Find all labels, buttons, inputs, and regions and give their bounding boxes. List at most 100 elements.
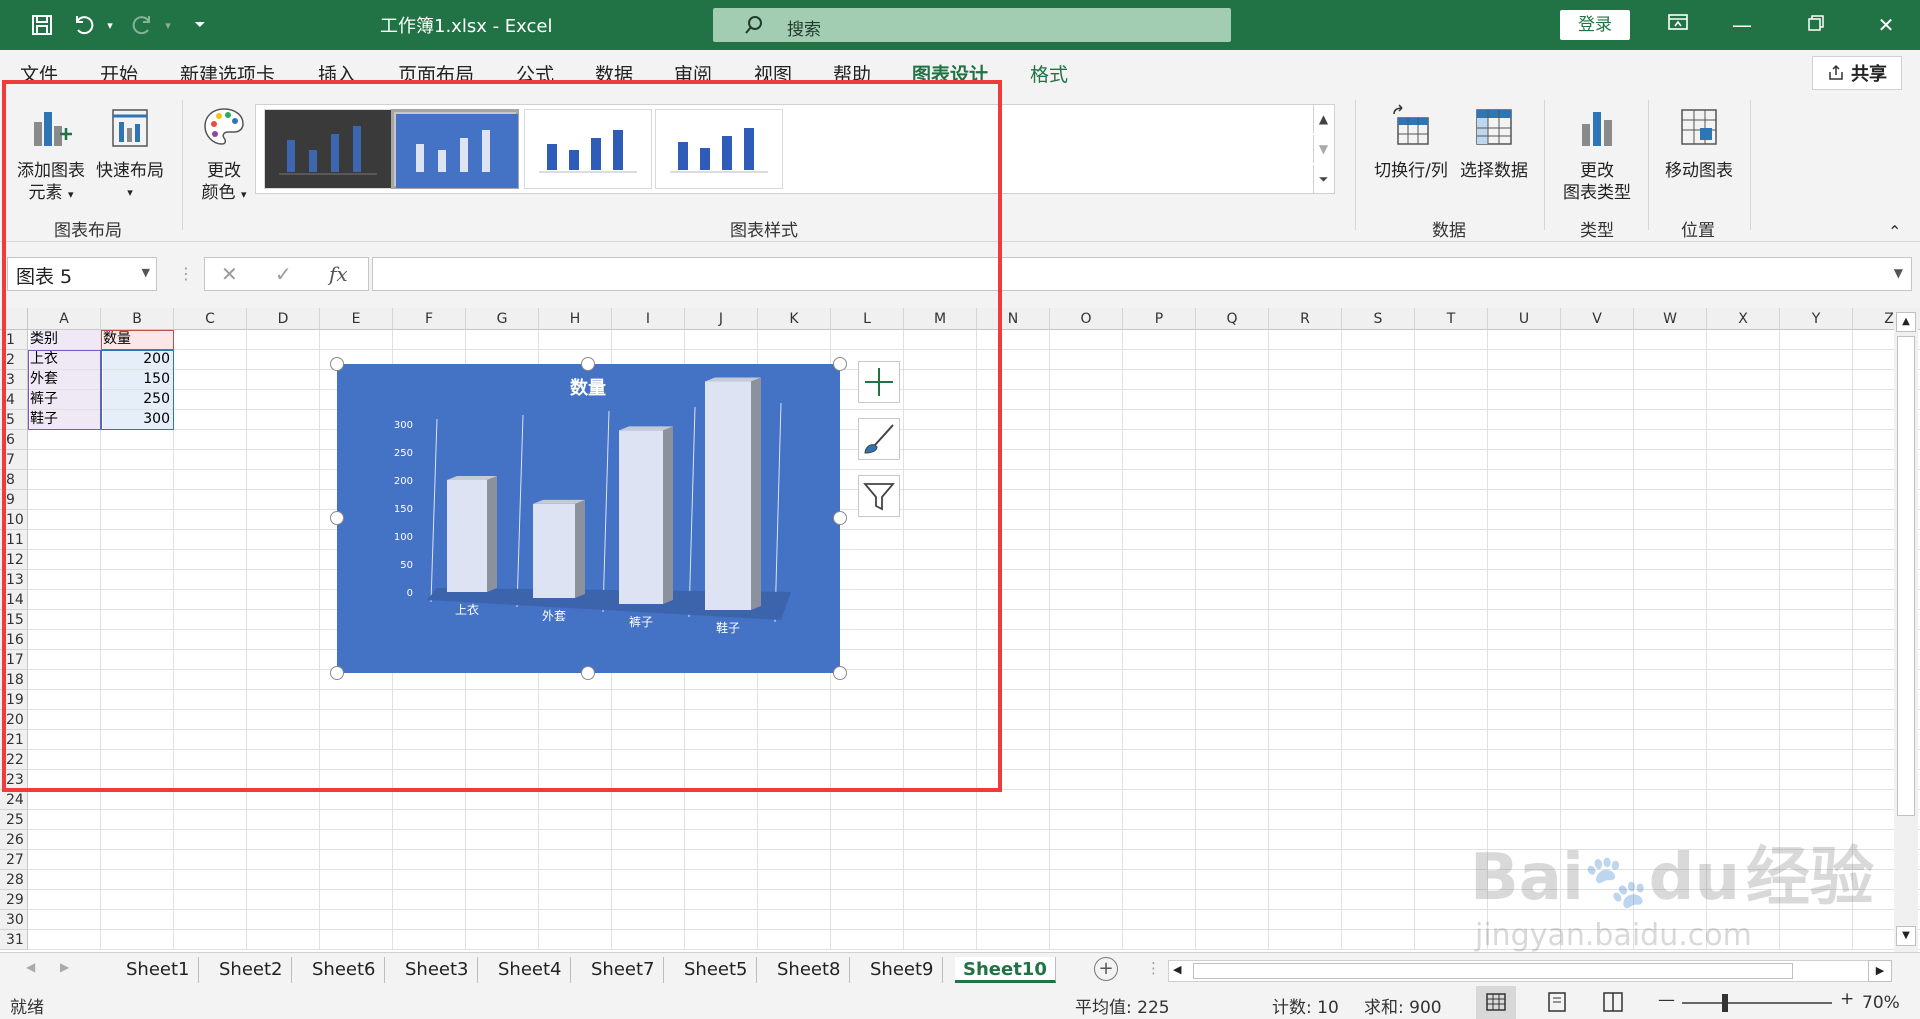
tab-chart-design[interactable]: 图表设计 xyxy=(912,60,989,95)
tab-home[interactable]: 开始 xyxy=(100,60,138,87)
add-chart-element-button[interactable]: 添加图表 元素 ▾ xyxy=(12,104,90,206)
scroll-thumb[interactable] xyxy=(1897,336,1915,816)
row-header-3[interactable]: 3 xyxy=(0,370,28,390)
tab-format[interactable]: 格式 xyxy=(1030,60,1068,87)
chart-object[interactable]: 数量 0 50 100 150 200 250 300 上衣 外套 裤子 鞋子 xyxy=(337,364,840,673)
worksheet-grid[interactable]: A B C D E F G H I J K L M N O P Q R S T U V W X Y Z 1 2 3 4 5 6 7 8 9 10 11 1… xyxy=(0,308,1920,952)
column-header-D[interactable]: D xyxy=(247,308,320,330)
add-sheet-icon[interactable]: + xyxy=(1094,957,1118,981)
resize-handle-left[interactable] xyxy=(330,511,344,525)
switch-row-column-button[interactable]: 切换行/列 xyxy=(1368,104,1454,182)
row-header-10[interactable]: 10 xyxy=(0,510,28,530)
normal-view-icon[interactable] xyxy=(1476,986,1516,1019)
row-header-24[interactable]: 24 xyxy=(0,790,28,810)
bar-裤子[interactable] xyxy=(619,430,663,604)
zoom-out-icon[interactable]: — xyxy=(1658,990,1675,1010)
select-data-button[interactable]: 选择数据 xyxy=(1456,104,1532,182)
row-header-25[interactable]: 25 xyxy=(0,810,28,830)
row-header-29[interactable]: 29 xyxy=(0,890,28,910)
row-header-12[interactable]: 12 xyxy=(0,550,28,570)
row-header-18[interactable]: 18 xyxy=(0,670,28,690)
tab-review[interactable]: 审阅 xyxy=(674,60,712,87)
scroll-down-icon[interactable]: ▼ xyxy=(1896,926,1916,946)
sheet-scroll-left-icon[interactable]: ◀ xyxy=(26,960,35,974)
row-header-30[interactable]: 30 xyxy=(0,910,28,930)
column-header-H[interactable]: H xyxy=(539,308,612,330)
resize-handle-top-right[interactable] xyxy=(833,357,847,371)
chart-style-thumb-4[interactable] xyxy=(655,109,783,189)
customize-toolbar-icon[interactable]: ⏷ xyxy=(186,12,214,38)
sheet-tab-sheet1[interactable]: Sheet1 xyxy=(118,957,199,983)
tab-split-grip[interactable]: ⋮ xyxy=(1146,959,1161,977)
row-header-1[interactable]: 1 xyxy=(0,330,28,350)
horizontal-scrollbar[interactable]: ◀ xyxy=(1168,960,1878,982)
column-header-C[interactable]: C xyxy=(174,308,247,330)
bar-外套[interactable] xyxy=(533,503,575,598)
chart-styles-button[interactable] xyxy=(858,418,900,460)
page-break-view-icon[interactable] xyxy=(1600,990,1626,1019)
change-colors-button[interactable]: 更改 颜色 ▾ xyxy=(192,104,256,206)
tab-help[interactable]: 帮助 xyxy=(833,60,871,87)
row-header-14[interactable]: 14 xyxy=(0,590,28,610)
column-header-Y[interactable]: Y xyxy=(1780,308,1853,330)
row-header-11[interactable]: 11 xyxy=(0,530,28,550)
page-layout-view-icon[interactable] xyxy=(1544,990,1570,1019)
tab-view[interactable]: 视图 xyxy=(754,60,792,87)
login-button[interactable]: 登录 xyxy=(1560,10,1630,40)
cell-A5[interactable]: 鞋子 xyxy=(30,410,100,429)
chart-filters-button[interactable] xyxy=(858,475,900,517)
zoom-in-icon[interactable]: + xyxy=(1840,989,1854,1009)
chart-elements-button[interactable] xyxy=(858,361,900,403)
row-header-22[interactable]: 22 xyxy=(0,750,28,770)
sheet-tab-sheet2[interactable]: Sheet2 xyxy=(211,957,292,983)
column-header-X[interactable]: X xyxy=(1707,308,1780,330)
bar-鞋子[interactable] xyxy=(705,381,751,610)
row-header-7[interactable]: 7 xyxy=(0,450,28,470)
resize-handle-bottom-left[interactable] xyxy=(330,666,344,680)
chart-style-thumb-2-selected[interactable] xyxy=(391,109,519,189)
column-header-K[interactable]: K xyxy=(758,308,831,330)
row-header-26[interactable]: 26 xyxy=(0,830,28,850)
row-header-21[interactable]: 21 xyxy=(0,730,28,750)
column-header-Q[interactable]: Q xyxy=(1196,308,1269,330)
name-box-dropdown-icon[interactable]: ▼ xyxy=(142,266,150,279)
row-header-17[interactable]: 17 xyxy=(0,650,28,670)
undo-dropdown-icon[interactable]: ▾ xyxy=(96,12,124,38)
resize-handle-top-left[interactable] xyxy=(330,357,344,371)
resize-handle-bottom-right[interactable] xyxy=(833,666,847,680)
sheet-tab-sheet8[interactable]: Sheet8 xyxy=(769,957,850,983)
resize-handle-bottom[interactable] xyxy=(581,666,595,680)
row-header-6[interactable]: 6 xyxy=(0,430,28,450)
hscroll-right-icon[interactable]: ▶ xyxy=(1868,960,1892,982)
zoom-level[interactable]: 70% xyxy=(1862,993,1900,1013)
quick-layout-button[interactable]: 快速布局 ▾ xyxy=(92,104,168,204)
chart-style-thumb-3[interactable] xyxy=(524,109,652,189)
save-icon[interactable] xyxy=(28,12,56,38)
hscroll-left-icon[interactable]: ◀ xyxy=(1173,963,1181,976)
tab-page-layout[interactable]: 页面布局 xyxy=(398,60,474,87)
cell-A1[interactable]: 类别 xyxy=(30,330,100,349)
resize-handle-top[interactable] xyxy=(581,357,595,371)
column-header-N[interactable]: N xyxy=(977,308,1050,330)
redo-dropdown-icon[interactable]: ▾ xyxy=(154,12,182,38)
column-header-M[interactable]: M xyxy=(904,308,977,330)
cancel-entry-icon[interactable]: ✕ xyxy=(221,262,238,286)
resize-handle-right[interactable] xyxy=(833,511,847,525)
column-header-G[interactable]: G xyxy=(466,308,539,330)
tab-new-tab[interactable]: 新建选项卡 xyxy=(180,60,275,87)
cell-A2[interactable]: 上衣 xyxy=(30,350,100,369)
sheet-tab-sheet6[interactable]: Sheet6 xyxy=(304,957,385,983)
column-header-P[interactable]: P xyxy=(1123,308,1196,330)
row-header-27[interactable]: 27 xyxy=(0,850,28,870)
cell-B2[interactable]: 200 xyxy=(103,350,173,369)
gallery-scroll-down[interactable]: ▼ xyxy=(1313,135,1333,163)
column-header-T[interactable]: T xyxy=(1415,308,1488,330)
collapse-ribbon-icon[interactable]: ⌃ xyxy=(1888,222,1901,241)
row-header-8[interactable]: 8 xyxy=(0,470,28,490)
column-header-A[interactable]: A xyxy=(28,308,101,330)
column-header-L[interactable]: L xyxy=(831,308,904,330)
tab-data[interactable]: 数据 xyxy=(595,60,633,87)
row-header-4[interactable]: 4 xyxy=(0,390,28,410)
share-button[interactable]: 共享 xyxy=(1812,56,1902,90)
gallery-more-button[interactable]: ⏷ xyxy=(1313,165,1333,193)
